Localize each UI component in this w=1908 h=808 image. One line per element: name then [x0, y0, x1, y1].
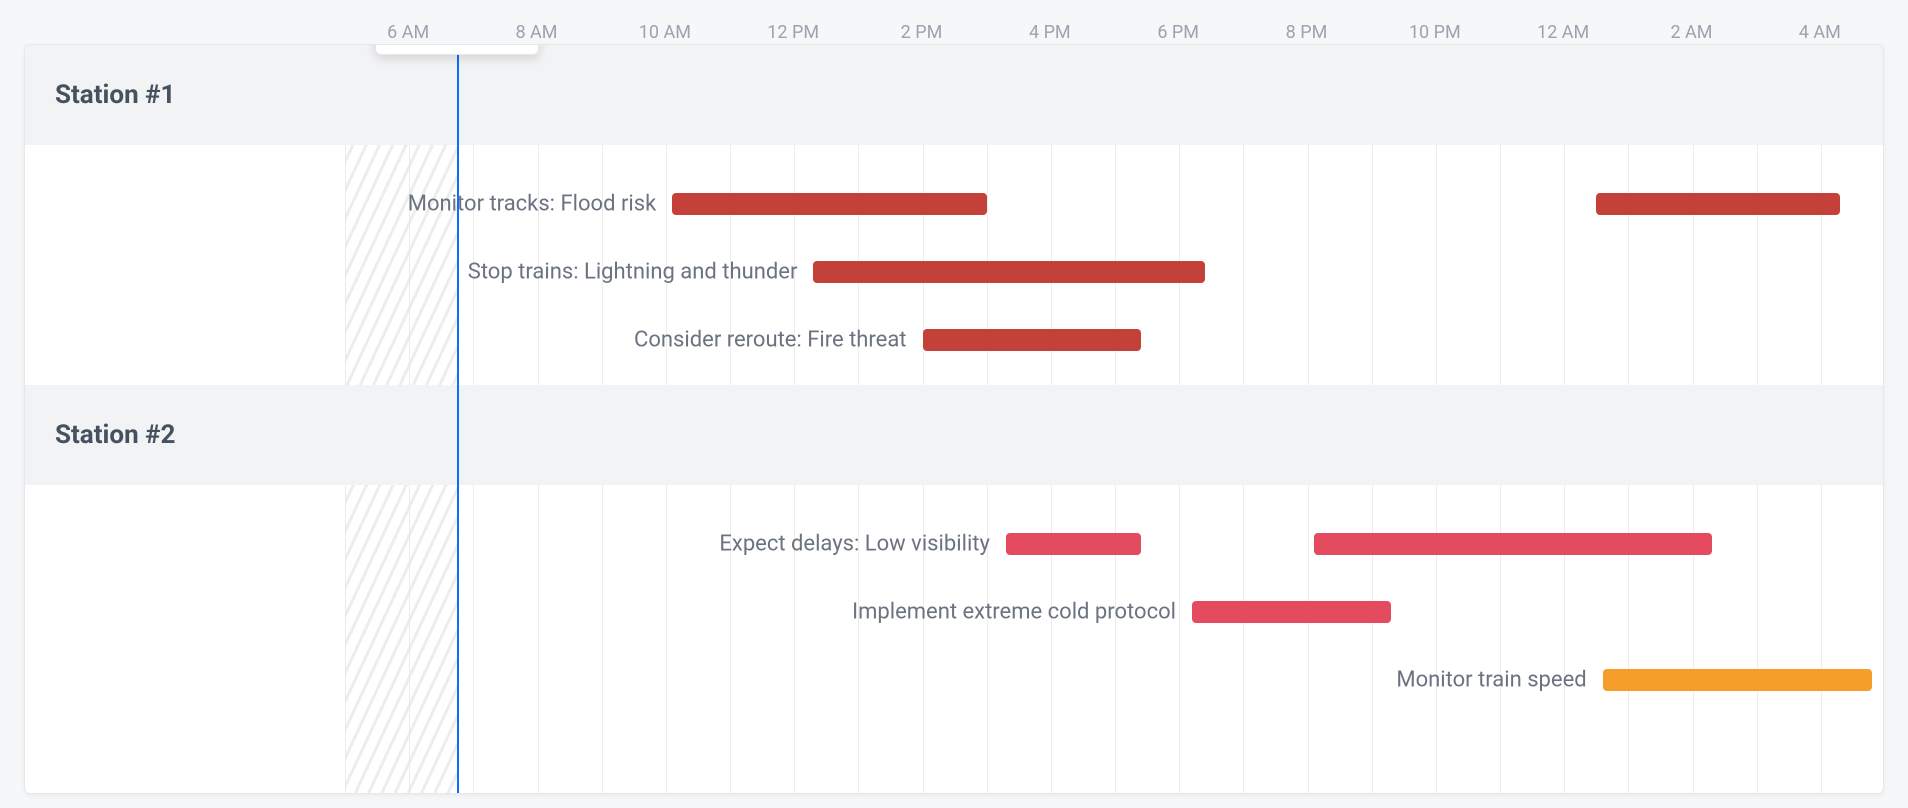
task-row: Stop trains: Lightning and thunder: [25, 238, 1883, 306]
axis-tick: 6 AM: [387, 22, 429, 43]
task-label: Expect delays: Low visibility: [719, 532, 1006, 557]
task-bar[interactable]: [1596, 193, 1840, 215]
axis-tick: 10 AM: [639, 22, 691, 43]
axis-tick: 6 PM: [1157, 22, 1199, 43]
task-bar[interactable]: [1006, 533, 1141, 555]
time-axis: 6 AM 8 AM 10 AM 12 PM 2 PM 4 PM 6 PM 8 PM 10 PM 1…: [24, 0, 1884, 44]
task-label: Monitor train speed: [1396, 668, 1602, 693]
now-badge: Now · 6:45 AM: [375, 44, 539, 55]
axis-tick: 2 PM: [901, 22, 943, 43]
task-bar[interactable]: [813, 261, 1204, 283]
task-bar[interactable]: [1192, 601, 1391, 623]
task-bar[interactable]: [1603, 669, 1873, 691]
task-row: Implement extreme cold protocol: [25, 578, 1883, 646]
axis-tick: 4 PM: [1029, 22, 1071, 43]
gantt-chart: Station #1 Monitor tracks: Flood risk Stop…: [25, 45, 1883, 793]
section-title: Station #2: [55, 420, 175, 450]
section-title: Station #1: [55, 80, 175, 110]
axis-tick: 2 AM: [1670, 22, 1712, 43]
task-row: Consider reroute: Fire threat: [25, 306, 1883, 374]
task-row: Monitor tracks: Flood risk: [25, 170, 1883, 238]
now-line: [457, 45, 459, 793]
timeline-panel: Station #1 Monitor tracks: Flood risk Stop…: [24, 44, 1884, 794]
axis-tick: 4 AM: [1799, 22, 1841, 43]
task-label: Stop trains: Lightning and thunder: [468, 260, 814, 285]
axis-tick: 12 PM: [767, 22, 819, 43]
task-bar[interactable]: [672, 193, 986, 215]
task-label: Consider reroute: Fire threat: [634, 328, 922, 353]
task-row: Expect delays: Low visibility: [25, 510, 1883, 578]
axis-tick: 12 AM: [1537, 22, 1589, 43]
section-header-station-2: Station #2: [25, 385, 1883, 485]
axis-tick: 8 PM: [1286, 22, 1328, 43]
section-header-station-1: Station #1: [25, 45, 1883, 145]
task-label: Implement extreme cold protocol: [852, 600, 1192, 625]
task-bar[interactable]: [1314, 533, 1712, 555]
task-bar[interactable]: [923, 329, 1141, 351]
task-label: Monitor tracks: Flood risk: [408, 192, 672, 217]
axis-tick: 10 PM: [1409, 22, 1461, 43]
axis-tick: 8 AM: [515, 22, 557, 43]
task-row: Monitor train speed: [25, 646, 1883, 714]
